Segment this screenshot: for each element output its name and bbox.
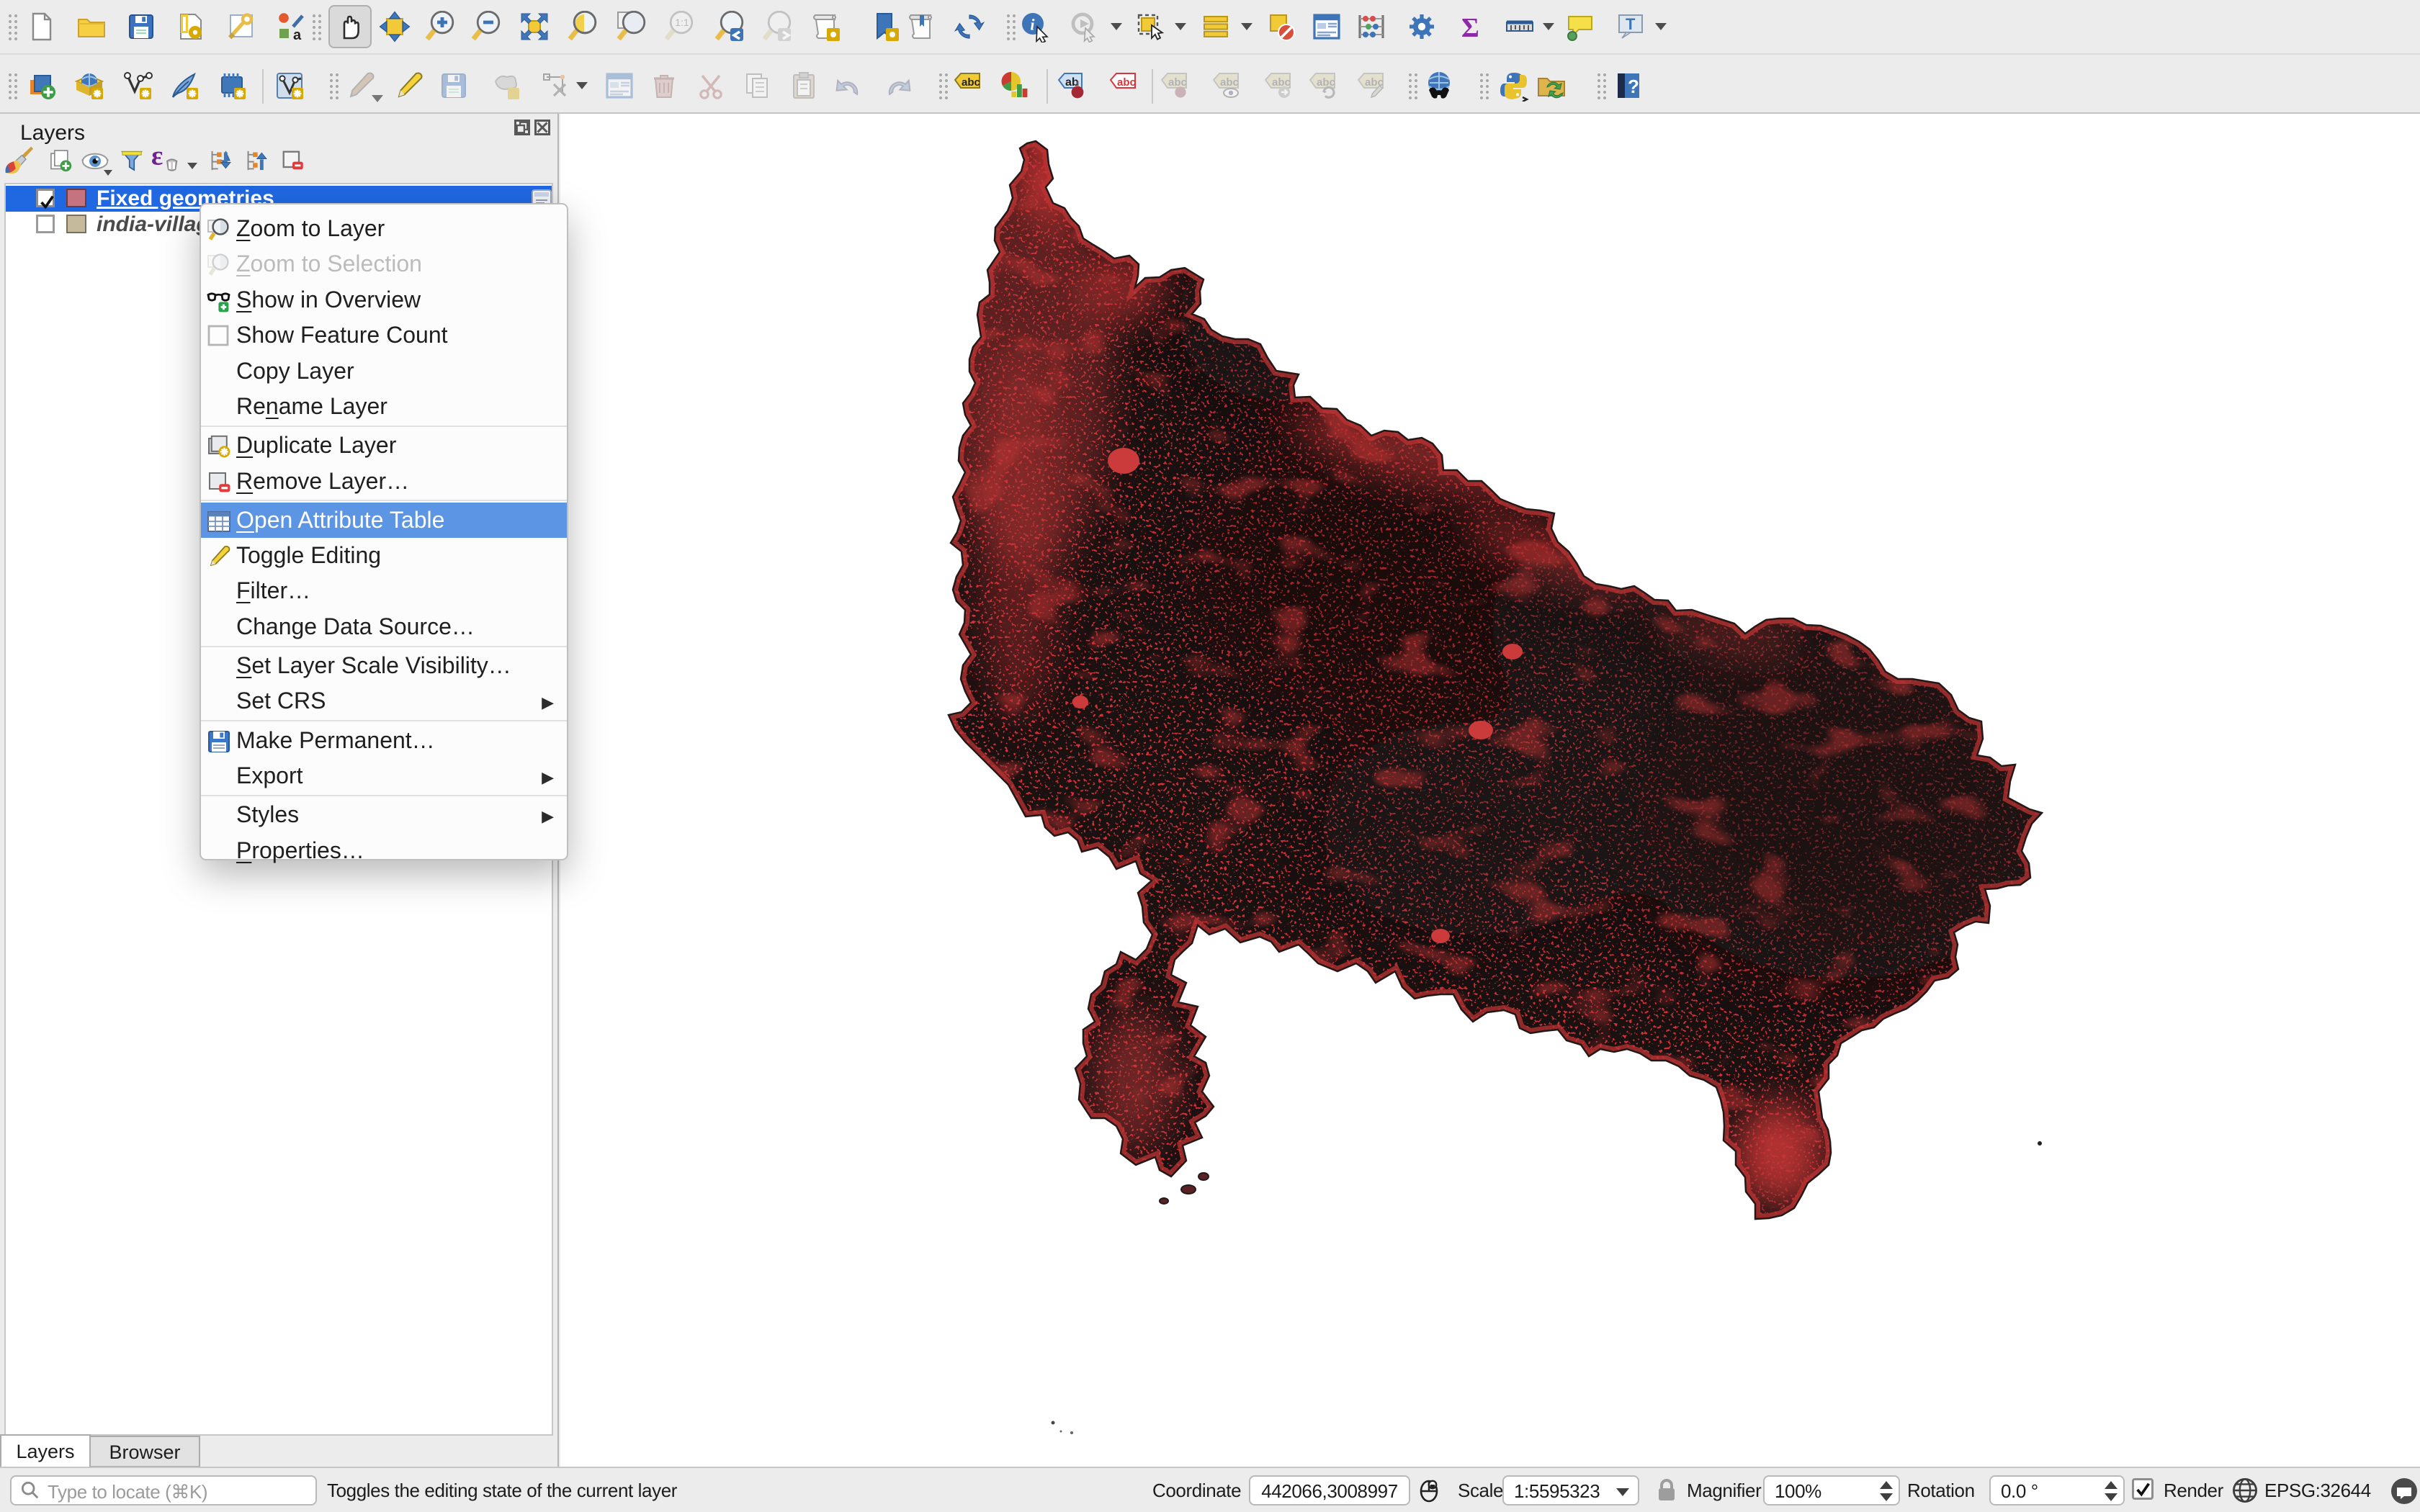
svg-text:abc: abc	[1317, 76, 1335, 89]
svg-text:i: i	[1030, 15, 1035, 33]
svg-text:abc: abc	[1272, 76, 1291, 89]
svg-text:abc: abc	[1117, 76, 1136, 89]
svg-text:1:1: 1:1	[675, 17, 689, 28]
svg-text:T: T	[1626, 15, 1636, 33]
svg-text:Σ: Σ	[1461, 13, 1479, 42]
svg-text:abc: abc	[1220, 76, 1239, 89]
svg-text:abc: abc	[962, 76, 980, 89]
svg-text:?: ?	[1628, 76, 1639, 97]
svg-text:ε: ε	[151, 144, 163, 171]
svg-text:a: a	[293, 27, 302, 42]
svg-text:abc: abc	[1168, 76, 1187, 89]
